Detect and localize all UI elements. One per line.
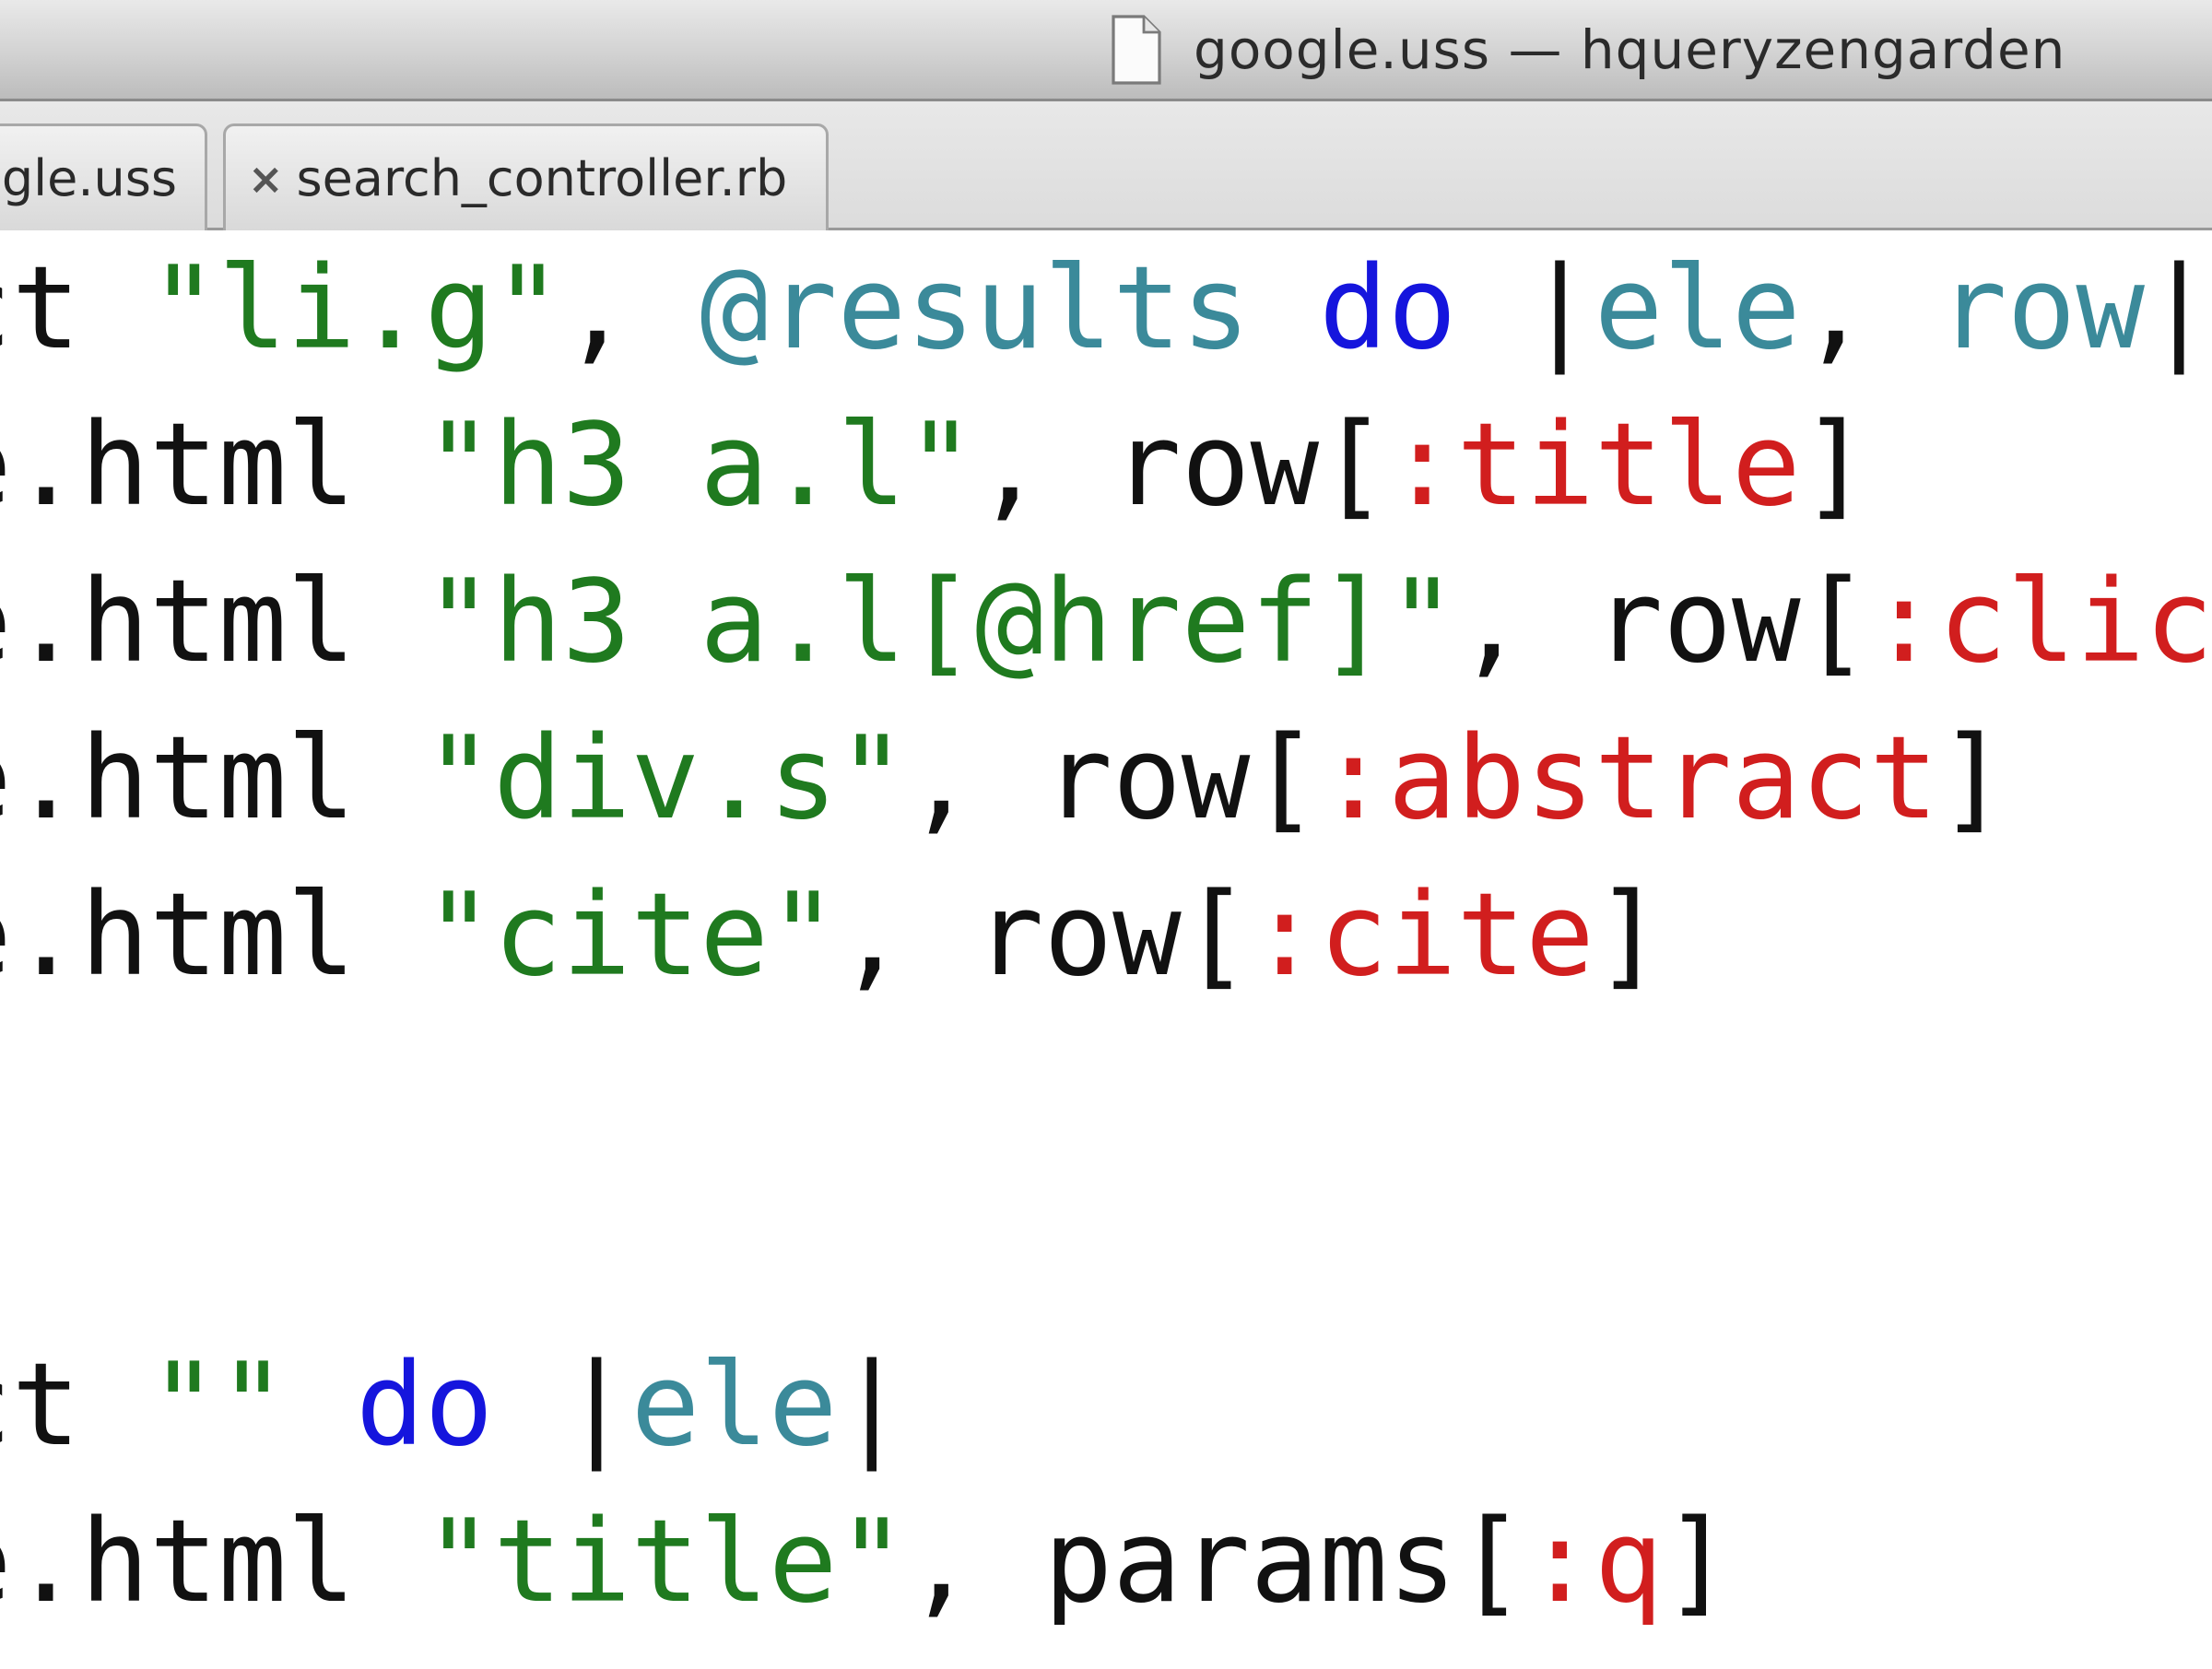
code-token: | [1456, 242, 1594, 375]
code-token: ] [1800, 399, 1870, 532]
code-token: do [355, 1339, 494, 1472]
code-line[interactable]: e.html "h3 a.l[@href]", row[:click [0, 544, 2212, 700]
code-token: :click [1869, 556, 2212, 688]
code-token: , row[ [974, 399, 1388, 532]
code-token: :abstract [1319, 712, 1939, 845]
code-editor[interactable]: ct "li.g", @results do |ele, row|e.html … [0, 230, 2212, 1669]
tab-google-uss[interactable]: ogle.uss [0, 123, 207, 230]
code-token: "li.g" [148, 242, 562, 375]
code-line[interactable]: e.html "div.s", row[:abstract] [0, 700, 2007, 857]
code-token: ] [1938, 712, 2007, 845]
code-token: :cite [1250, 869, 1594, 1002]
code-token: , row[ [1456, 556, 1870, 688]
code-token: e.html [0, 1496, 356, 1628]
tab-bar: ogle.uss × search_controller.rb [0, 101, 2212, 230]
code-token: row [1938, 242, 2145, 375]
code-token: do [1319, 242, 1457, 375]
code-token: ] [1663, 1496, 1733, 1628]
document-icon [1112, 15, 1161, 85]
tab-label: search_controller.rb [296, 149, 788, 207]
title-bar[interactable]: google.uss — hqueryzengarden [0, 0, 2212, 101]
code-token: , [1800, 242, 1939, 375]
code-token: ele [1594, 242, 1801, 375]
tab-search-controller[interactable]: × search_controller.rb [223, 123, 829, 230]
code-token: , [561, 242, 700, 375]
code-token: "" [148, 1339, 288, 1472]
code-token: ele [630, 1339, 838, 1472]
code-line[interactable]: e.html "h3 a.l", row[:title] [0, 387, 1869, 544]
code-line[interactable]: e.html "title", params[:q] [0, 1484, 1732, 1640]
code-token: :q [1525, 1496, 1664, 1628]
code-token: e.html [0, 399, 356, 532]
code-line[interactable]: ct "li.g", @results do |ele, row| [0, 230, 2212, 387]
code-token: "h3 a.l" [424, 399, 975, 532]
code-token: @results [700, 242, 1251, 375]
code-token: e.html [0, 712, 356, 845]
window-title-group: google.uss — hqueryzengarden [1111, 13, 2065, 87]
code-token: | [493, 1339, 631, 1472]
code-token: "cite" [424, 869, 838, 1002]
code-token: , row[ [906, 712, 1320, 845]
code-token: "div.s" [424, 712, 907, 845]
code-token: e.html [0, 869, 356, 1002]
code-token: | [2144, 242, 2212, 375]
editor-window: google.uss — hqueryzengarden ogle.uss × … [0, 0, 2212, 1669]
code-token: e.html [0, 556, 356, 688]
code-line[interactable]: e.html "cite", row[:cite] [0, 857, 1663, 1014]
code-token: ] [1594, 869, 1664, 1002]
close-tab-icon[interactable]: × [248, 154, 284, 204]
window-title: google.uss — hqueryzengarden [1194, 18, 2066, 81]
code-token: :title [1387, 399, 1801, 532]
code-line[interactable]: ct "" do |ele| [0, 1327, 906, 1484]
code-token: | [837, 1339, 907, 1472]
code-token: , row[ [837, 869, 1251, 1002]
tab-label: ogle.uss [0, 149, 177, 207]
code-token: ct [0, 242, 81, 375]
code-token: ct [0, 1339, 81, 1472]
code-token: , params[ [906, 1496, 1526, 1628]
code-token: "h3 a.l[@href]" [424, 556, 1457, 688]
code-token: "title" [424, 1496, 907, 1628]
